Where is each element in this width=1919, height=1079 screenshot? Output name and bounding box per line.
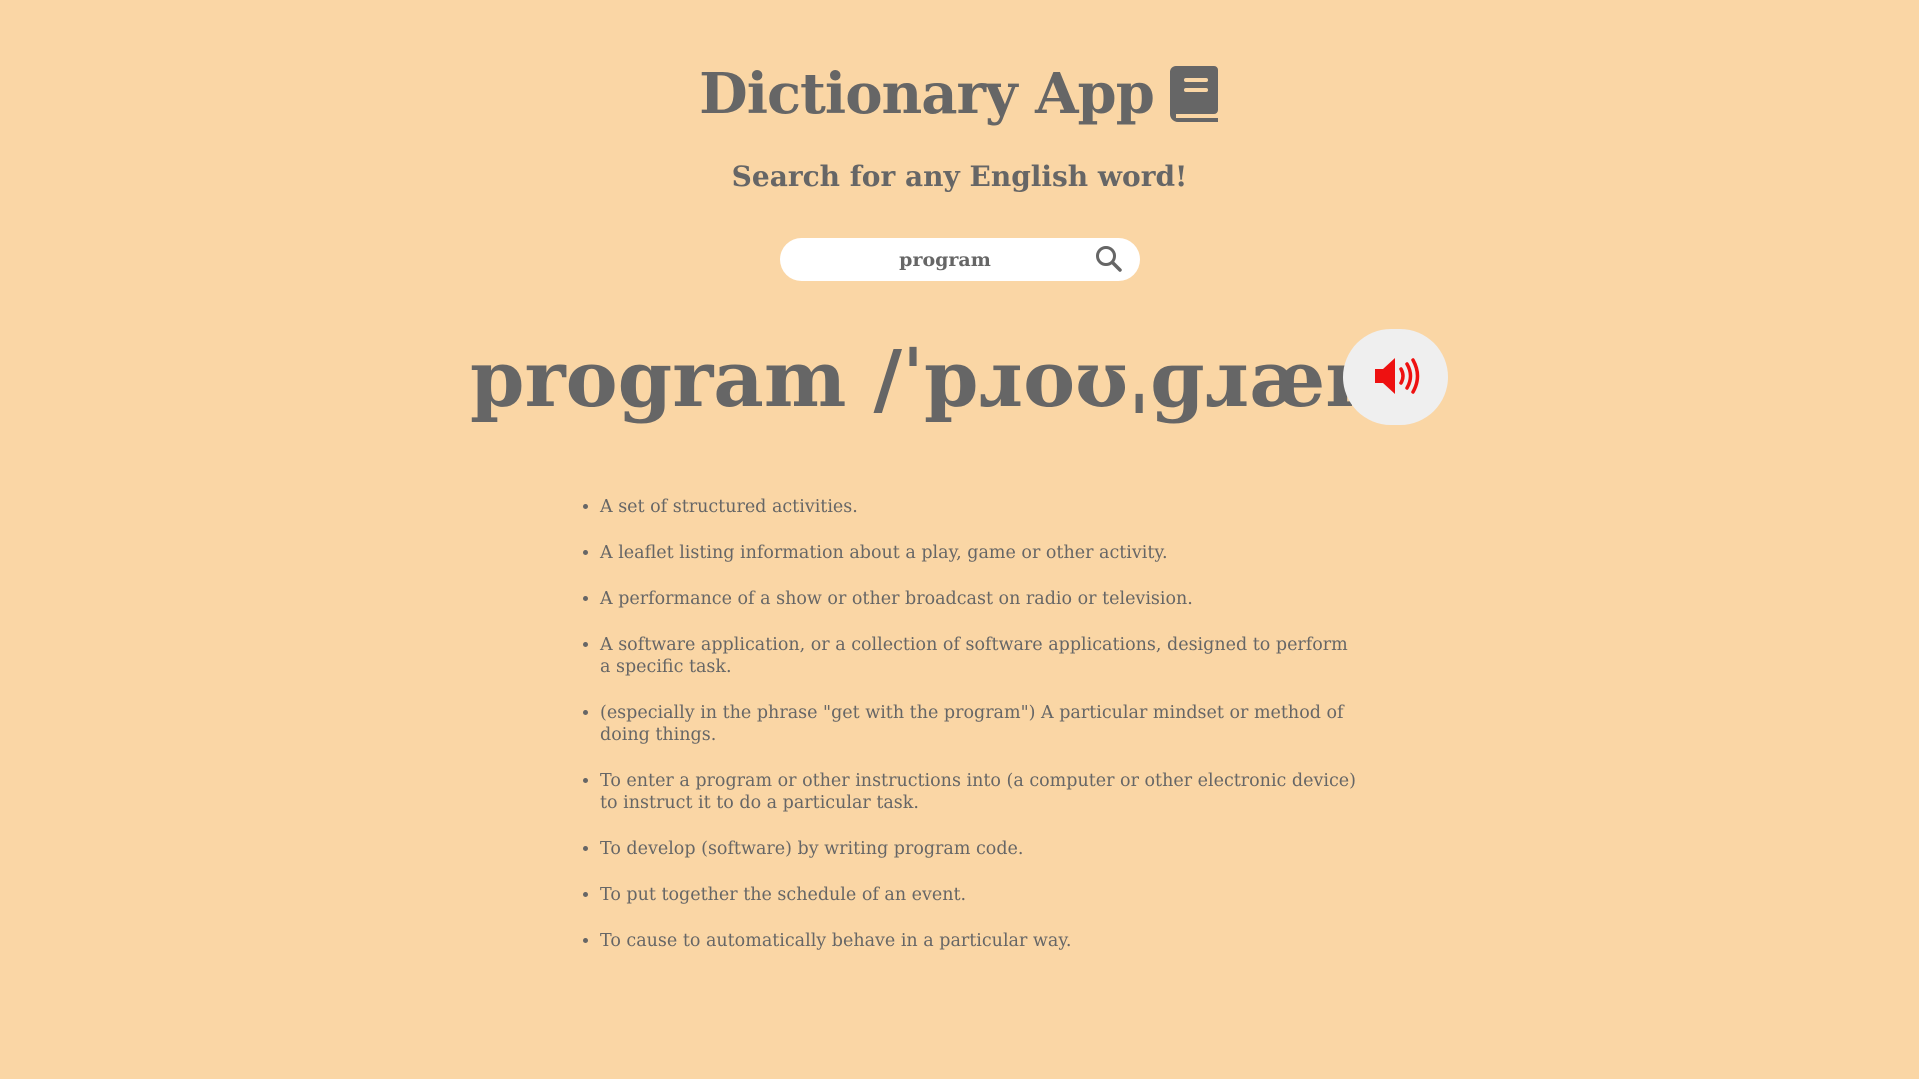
definition-item: A set of structured activities.: [600, 496, 1360, 518]
app-title: Dictionary App: [699, 61, 1155, 127]
definitions-list: A set of structured activities. A leafle…: [560, 496, 1360, 976]
book-icon: [1168, 64, 1220, 124]
definition-item: To cause to automatically behave in a pa…: [600, 930, 1360, 952]
search-icon[interactable]: [1094, 244, 1124, 274]
search-box: [780, 238, 1140, 281]
title-row: Dictionary App: [0, 58, 1919, 130]
search-input[interactable]: [800, 238, 1090, 281]
dictionary-page: Dictionary App Search for any English wo…: [0, 0, 1919, 1079]
definition-item: A performance of a show or other broadca…: [600, 588, 1360, 610]
word-heading: program /ˈpɹoʊˌɡɹæm/: [470, 334, 1437, 425]
word-row: program /ˈpɹoʊˌɡɹæm/: [470, 330, 1436, 430]
subtitle: Search for any English word!: [731, 160, 1188, 193]
volume-up-icon: [1371, 354, 1421, 401]
definition-item: To develop (software) by writing program…: [600, 838, 1360, 860]
definition-item: To put together the schedule of an event…: [600, 884, 1360, 906]
definition-item: A leaflet listing information about a pl…: [600, 542, 1360, 564]
definition-item: To enter a program or other instructions…: [600, 770, 1360, 814]
play-audio-button[interactable]: [1343, 329, 1448, 425]
definition-item: A software application, or a collection …: [600, 634, 1360, 678]
definition-item: (especially in the phrase "get with the …: [600, 702, 1360, 746]
